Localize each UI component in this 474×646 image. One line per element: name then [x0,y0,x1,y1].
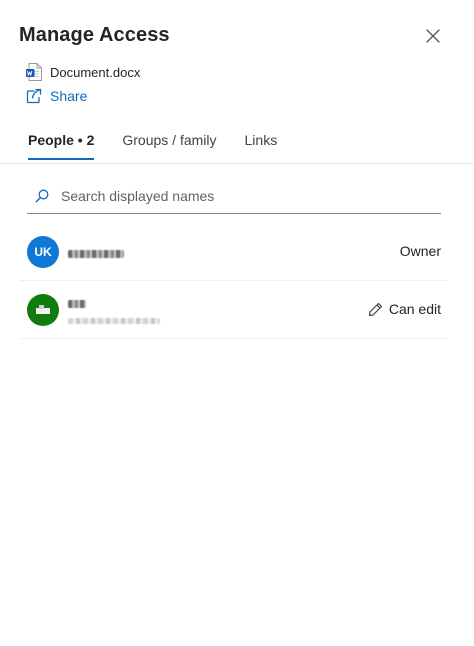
search-input[interactable] [59,186,423,205]
person-name-redacted [68,250,124,258]
file-info: Document.docx [26,63,140,81]
person-placeholder-icon [36,305,50,314]
share-link[interactable]: Share [26,88,87,104]
avatar [27,294,59,326]
search-box [27,178,441,214]
manage-access-panel: Manage Access Document.docx Share People… [0,0,474,646]
access-tabs: People • 2 Groups / family Links [28,132,278,160]
avatar: UK [27,236,59,268]
person-row-editor[interactable]: Can edit [20,282,448,339]
tabs-divider [0,163,474,164]
share-label: Share [50,88,88,104]
share-icon [26,88,42,104]
tab-links[interactable]: Links [245,132,278,158]
tab-people[interactable]: People • 2 [28,132,95,160]
close-button[interactable] [421,24,445,48]
person-row-owner[interactable]: UK Owner [20,224,448,281]
word-doc-icon [26,63,42,81]
person-email-redacted [68,318,160,324]
role-label: Owner [400,243,441,259]
file-name: Document.docx [50,64,141,80]
panel-title: Manage Access [19,24,170,46]
avatar-initials: UK [34,245,52,259]
close-icon [426,29,440,43]
search-icon [35,189,49,202]
person-name-redacted [68,300,86,308]
role-text: Owner [399,243,441,259]
role-text: Can edit [388,301,441,317]
pencil-icon [368,302,382,316]
role-dropdown[interactable]: Can edit [368,301,441,317]
tab-groups-family[interactable]: Groups / family [122,132,216,158]
